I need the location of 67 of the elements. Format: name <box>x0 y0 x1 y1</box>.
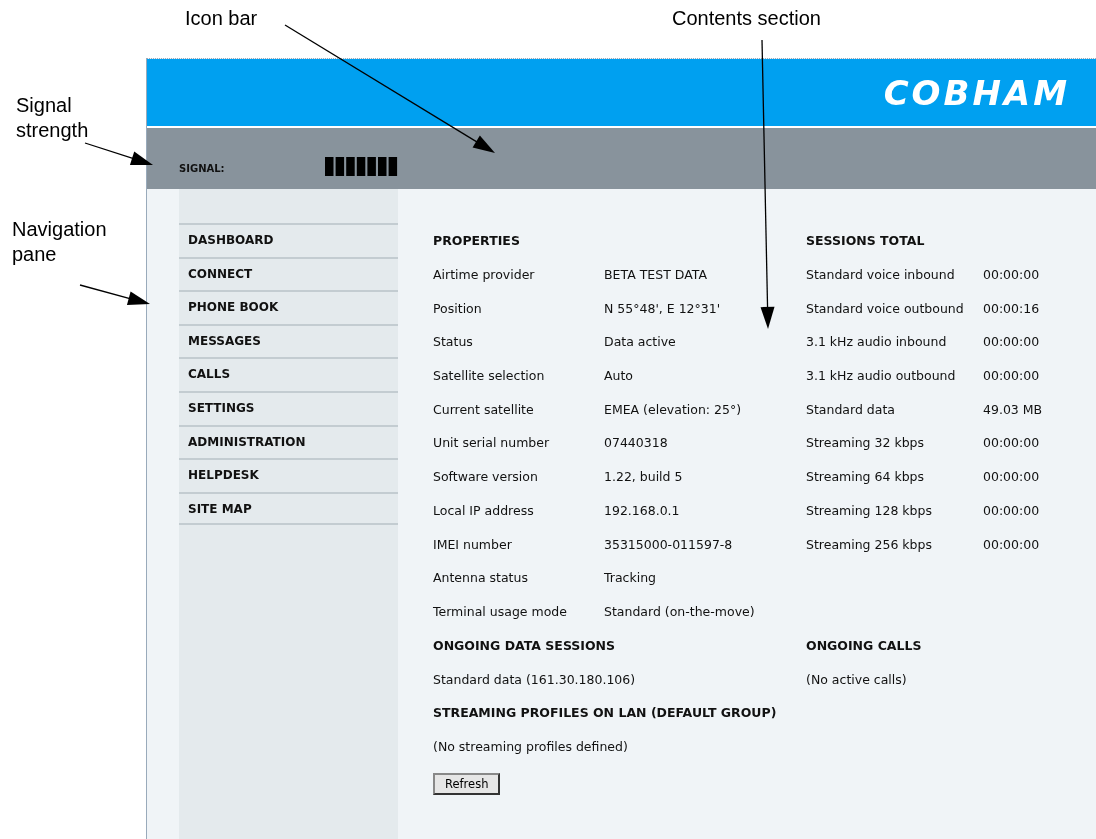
nav-link[interactable]: SETTINGS <box>179 390 398 425</box>
property-label: Airtime provider <box>433 267 536 284</box>
section-heading: ONGOING DATA SESSIONS <box>433 637 617 655</box>
property-label: Local IP address <box>433 502 535 520</box>
nav-link[interactable]: SITE MAP <box>179 491 398 526</box>
session-value: 00:00:00 <box>983 334 1040 352</box>
property-value: 192.168.0.1 <box>604 502 680 520</box>
property-label: Software version <box>433 469 539 487</box>
callout-arrow <box>79 284 150 305</box>
session-label: Standard voice outbound <box>806 300 965 318</box>
session-value: 00:00:00 <box>983 267 1040 284</box>
property-value: BETA TEST DATA <box>604 267 707 284</box>
property-value: 35315000-011597-8 <box>604 536 733 554</box>
property-value: Tracking <box>604 570 657 588</box>
callout-label: Icon bar <box>185 7 258 29</box>
nav-link[interactable]: CALLS <box>179 357 398 391</box>
property-value: EMEA (elevation: 25°) <box>604 401 742 419</box>
session-value: 00:00:00 <box>983 502 1040 520</box>
session-label: Standard data <box>806 401 896 419</box>
session-label: Streaming 256 kbps <box>806 536 933 554</box>
callout-label: Signal strength <box>16 94 89 141</box>
session-label: Streaming 64 kbps <box>806 469 926 487</box>
property-label: Status <box>433 334 474 352</box>
session-label: Streaming 128 kbps <box>806 502 933 520</box>
callout-label: Navigation pane <box>12 218 107 265</box>
nav-link[interactable]: PHONE BOOK <box>179 290 398 324</box>
section-heading: ONGOING CALLS <box>806 637 922 655</box>
session-value: 00:00:00 <box>983 469 1040 487</box>
property-label: Position <box>433 300 483 318</box>
logo: COBHAM <box>883 72 1070 113</box>
session-value: 00:00:00 <box>983 368 1040 386</box>
property-value: 07440318 <box>604 435 668 453</box>
section-heading: SESSIONS TOTAL <box>806 233 926 250</box>
calls-text: (No active calls) <box>806 671 907 689</box>
session-value: 00:00:00 <box>983 435 1040 453</box>
property-label: Current satellite <box>433 401 535 419</box>
nav-link[interactable]: DASHBOARD <box>179 223 398 257</box>
property-value: 1.22, build 5 <box>604 469 683 487</box>
session-value: 00:00:16 <box>983 300 1040 318</box>
signal-label: SIGNAL: <box>179 163 226 174</box>
signal-strength-icon <box>325 157 399 176</box>
refresh-button[interactable]: Refresh <box>433 772 501 795</box>
session-value: 49.03 MB <box>983 401 1043 419</box>
property-value: Data active <box>604 334 676 352</box>
nav-link[interactable]: HELPDESK <box>179 458 398 492</box>
session-label: Streaming 32 kbps <box>806 435 926 453</box>
session-label: 3.1 kHz audio inbound <box>806 334 948 352</box>
callout-arrow <box>84 142 153 165</box>
property-label: Antenna status <box>433 570 529 588</box>
profiles-text: (No streaming profiles defined) <box>433 739 628 757</box>
nav-link[interactable]: CONNECT <box>179 256 398 291</box>
session-text: Standard data (161.30.180.106) <box>433 671 636 689</box>
property-value: Auto <box>604 368 634 386</box>
property-label: Unit serial number <box>433 435 551 453</box>
section-heading: PROPERTIES <box>433 233 521 250</box>
nav-link[interactable]: ADMINISTRATION <box>179 424 398 459</box>
session-label: 3.1 kHz audio outbound <box>806 368 957 386</box>
callout-label: Contents section <box>672 7 821 29</box>
property-label: IMEI number <box>433 536 513 554</box>
property-label: Satellite selection <box>433 368 546 386</box>
nav-link[interactable]: MESSAGES <box>179 323 398 358</box>
section-heading: STREAMING PROFILES ON LAN (DEFAULT GROUP) <box>433 705 778 723</box>
property-label: Terminal usage mode <box>433 603 568 621</box>
session-label: Standard voice inbound <box>806 267 956 284</box>
session-value: 00:00:00 <box>983 536 1040 554</box>
property-value: N 55°48', E 12°31' <box>604 300 721 318</box>
property-value: Standard (on-the-move) <box>604 603 755 621</box>
